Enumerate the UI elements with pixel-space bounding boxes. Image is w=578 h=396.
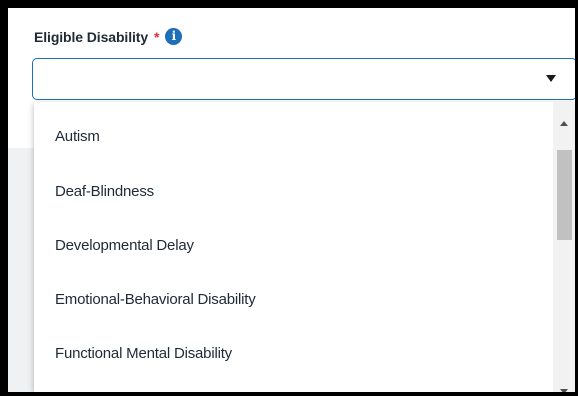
eligible-disability-select[interactable] xyxy=(32,58,575,100)
scroll-down-arrow-icon[interactable] xyxy=(560,389,568,392)
scroll-up-arrow-icon[interactable] xyxy=(560,121,568,126)
scroll-thumb[interactable] xyxy=(557,150,572,240)
option-autism[interactable]: Autism xyxy=(55,128,100,145)
option-developmental-delay[interactable]: Developmental Delay xyxy=(55,237,194,254)
eligible-disability-panel: Eligible Disability * i Autism Deaf-Blin… xyxy=(8,8,575,392)
option-emotional-behavioral-disability[interactable]: Emotional-Behavioral Disability xyxy=(55,291,256,308)
eligible-disability-label: Eligible Disability * i xyxy=(34,27,183,45)
required-asterisk: * xyxy=(154,29,160,45)
field-label-text: Eligible Disability xyxy=(34,29,149,45)
info-icon[interactable]: i xyxy=(165,27,183,45)
dropdown-scrollbar[interactable] xyxy=(553,102,575,392)
option-functional-mental-disability[interactable]: Functional Mental Disability xyxy=(55,345,232,362)
dropdown-list: Autism Deaf-Blindness Developmental Dela… xyxy=(34,102,575,392)
option-deaf-blindness[interactable]: Deaf-Blindness xyxy=(55,183,154,200)
caret-down-icon[interactable] xyxy=(546,75,556,82)
